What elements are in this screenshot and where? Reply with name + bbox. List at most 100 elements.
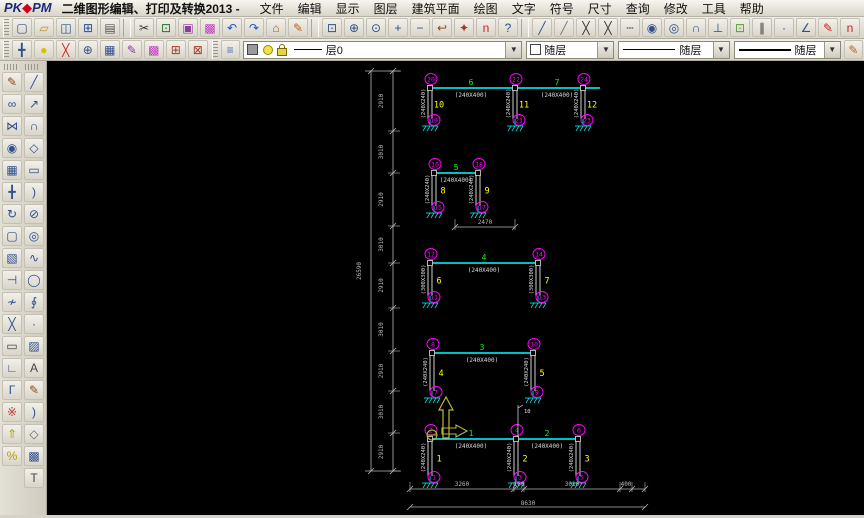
circle-node-button[interactable]: ◎	[664, 18, 684, 37]
sketch-brush-button[interactable]: ✎	[288, 18, 308, 37]
layer-delete-entity-button[interactable]: ╳	[56, 40, 76, 59]
zoom-realtime-button[interactable]: ⊙	[366, 18, 386, 37]
shape-group-button[interactable]: ⊡	[730, 18, 750, 37]
trim-button[interactable]: ╳	[2, 314, 22, 334]
mtext-pencil-button[interactable]: ✎	[24, 380, 44, 400]
array-button[interactable]: ▦	[2, 160, 22, 180]
drawing-canvas[interactable]: 6(240X400)7(240X400)10(240X240)201911(24…	[47, 61, 864, 515]
corner-join-2-button[interactable]: Γ	[2, 380, 22, 400]
rectangle-button[interactable]: ▭	[24, 160, 44, 180]
layer-manager-button[interactable]: ≡	[221, 40, 240, 59]
spline-button[interactable]: ∿	[24, 248, 44, 268]
arc-two-point-button[interactable]: ∩	[24, 116, 44, 136]
palette-grips[interactable]	[0, 63, 46, 72]
copy-button[interactable]: ⊡	[156, 18, 176, 37]
color-palette-button[interactable]: ▩	[200, 18, 220, 37]
perpendicular-button[interactable]: ⊥	[708, 18, 728, 37]
color-combo[interactable]: 随层 ▼	[526, 41, 614, 59]
paste-button[interactable]: ▣	[178, 18, 198, 37]
frame-2-elev[interactable]: 3(240X400)4(240X240)875(240X240)109	[423, 339, 545, 404]
previous-view-button[interactable]: ↩	[432, 18, 452, 37]
move-to-layer-button[interactable]: ⊕	[78, 40, 98, 59]
full-view-button[interactable]: ⊡	[322, 18, 342, 37]
block-up-button[interactable]: ⇑	[2, 424, 22, 444]
cad-drawing[interactable]: 6(240X400)7(240X400)10(240X240)201911(24…	[47, 61, 864, 515]
mirror-button[interactable]: ⋈	[2, 116, 22, 136]
circle-center-button[interactable]: ◉	[642, 18, 662, 37]
cut-button[interactable]: ✂	[134, 18, 154, 37]
set-current-layer-button[interactable]: ╋	[12, 40, 32, 59]
point-button[interactable]: ·	[774, 18, 794, 37]
move-button[interactable]: ╋	[2, 182, 22, 202]
object-snap-button[interactable]: n	[476, 18, 496, 37]
rotate-button[interactable]: ↻	[2, 204, 22, 224]
clip-region-button[interactable]: ▧	[2, 248, 22, 268]
layer-purge-button[interactable]: ⊠	[188, 40, 208, 59]
multi-segment-button[interactable]: ┄	[620, 18, 640, 37]
corner-join-button[interactable]: ∟	[2, 358, 22, 378]
menu-text[interactable]: 文字	[506, 0, 542, 17]
layer-on-button[interactable]: ●	[34, 40, 54, 59]
toolbox-button[interactable]: ✦	[454, 18, 474, 37]
text-edit-button[interactable]: T	[24, 468, 44, 488]
layer-merge-button[interactable]: ⊞	[166, 40, 186, 59]
select-window-button[interactable]: ▢	[2, 226, 22, 246]
fillet-arc-button[interactable]: )	[24, 182, 44, 202]
zoom-in-button[interactable]: +	[388, 18, 408, 37]
circle-radius-button[interactable]: ⊘	[24, 204, 44, 224]
menu-modify[interactable]: 修改	[658, 0, 694, 17]
copy-offset-button[interactable]: ◉	[2, 138, 22, 158]
menu-file[interactable]: 文件	[254, 0, 290, 17]
help-button[interactable]: ?	[498, 18, 518, 37]
menu-symbol[interactable]: 符号	[544, 0, 580, 17]
frame-5-elev[interactable]: 6(240X400)7(240X400)10(240X240)201911(24…	[421, 74, 600, 132]
break-line-button[interactable]: ≁	[2, 292, 22, 312]
redo-button[interactable]: ↷	[244, 18, 264, 37]
toolbar-grip[interactable]	[3, 19, 9, 37]
ellipse-button[interactable]: ◯	[24, 270, 44, 290]
chevron-down-icon[interactable]: ▼	[597, 42, 613, 58]
save-all-button[interactable]: ⊞	[78, 18, 98, 37]
edit-polyline-button[interactable]: ✎	[2, 72, 22, 92]
layer-paint-button[interactable]: ✎	[122, 40, 142, 59]
menu-layer[interactable]: 图层	[368, 0, 404, 17]
intersect-button[interactable]: ╳	[576, 18, 596, 37]
print-button[interactable]: ▤	[100, 18, 120, 37]
layer-settings-button[interactable]: ▦	[100, 40, 120, 59]
layer-colors-button[interactable]: ▩	[144, 40, 164, 59]
zoom-window-button[interactable]: ⊕	[344, 18, 364, 37]
red-pen-button[interactable]: ✎	[818, 18, 838, 37]
arc-button[interactable]: ∩	[686, 18, 706, 37]
object-snap-2-button[interactable]: n	[840, 18, 860, 37]
axis-arrow-symbol[interactable]	[427, 397, 467, 440]
menu-tools[interactable]: 工具	[696, 0, 732, 17]
draw-line-button[interactable]: ╱	[532, 18, 552, 37]
toolbar-grip[interactable]	[212, 41, 218, 59]
menu-query[interactable]: 查询	[620, 0, 656, 17]
bottom-dimension-chain[interactable]: 326016030104008630	[407, 481, 648, 510]
ray-line-button[interactable]: ↗	[24, 94, 44, 114]
section-marker[interactable]: 10	[518, 405, 531, 437]
menu-help[interactable]: 帮助	[734, 0, 770, 17]
lineweight-combo[interactable]: 随层 ▼	[734, 41, 841, 59]
chevron-down-icon[interactable]: ▼	[713, 42, 729, 58]
hatch-button[interactable]: ▨	[24, 336, 44, 356]
group-button[interactable]: %	[2, 446, 22, 466]
left-dimension-chain[interactable]: 2910301029103010291030102910301029102659…	[356, 68, 401, 474]
property-brush-button[interactable]: ✎	[844, 40, 863, 59]
menu-display[interactable]: 显示	[330, 0, 366, 17]
leader-tag-button[interactable]: ◇	[24, 424, 44, 444]
text-button[interactable]: A	[24, 358, 44, 378]
toolbar-grip[interactable]	[3, 41, 9, 59]
line-button[interactable]: ╱	[24, 72, 44, 92]
polygon-button[interactable]: ◇	[24, 138, 44, 158]
zoom-out-button[interactable]: −	[410, 18, 430, 37]
intersect-2-button[interactable]: ╳	[598, 18, 618, 37]
dimension-2470[interactable]: 2470	[452, 219, 518, 230]
fillet-2-button[interactable]: )	[24, 402, 44, 422]
donut-button[interactable]: ◎	[24, 226, 44, 246]
chevron-down-icon[interactable]: ▼	[505, 42, 521, 58]
point-style-button[interactable]: ·	[24, 314, 44, 334]
hatch-edit-button[interactable]: ▩	[24, 446, 44, 466]
rect-outline-button[interactable]: ▭	[2, 336, 22, 356]
